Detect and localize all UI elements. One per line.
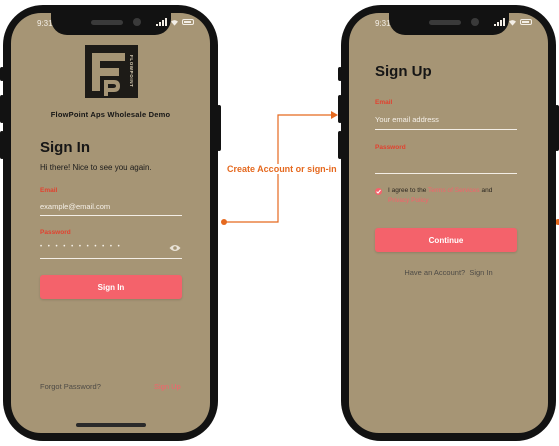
side-button: [217, 105, 221, 151]
connector-arrowhead: [331, 111, 338, 119]
signal-icon: [494, 18, 505, 26]
password-underline: [375, 173, 517, 174]
signin-screen: 9:31 FLOWPOINT FlowPoint Aps Wholesale D…: [11, 13, 210, 433]
page-title: Sign Up: [375, 63, 432, 80]
email-field[interactable]: Your email address: [375, 115, 517, 124]
wifi-icon: [509, 19, 516, 26]
status-time: 9:31: [375, 19, 391, 28]
flowpoint-logo: FLOWPOINT: [85, 45, 138, 98]
page-title: Sign In: [40, 139, 90, 156]
email-underline: [375, 129, 517, 130]
side-button: [0, 95, 4, 123]
sign-in-button[interactable]: Sign In: [40, 275, 182, 299]
eye-icon[interactable]: [169, 244, 181, 252]
password-label: Password: [375, 144, 406, 151]
side-button: [0, 67, 4, 81]
agree-checkbox[interactable]: [375, 188, 382, 195]
email-label: Email: [40, 187, 58, 194]
password-field[interactable]: • • • • • • • • • • •: [40, 244, 160, 250]
logo-wordmark: FLOWPOINT: [129, 55, 134, 88]
connector-start-dot: [221, 219, 227, 225]
side-button: [338, 67, 342, 81]
agree-and: and: [481, 187, 493, 194]
email-label: Email: [375, 99, 393, 106]
home-indicator: [75, 423, 146, 427]
agree-prefix: I agree to the: [388, 187, 427, 194]
agree-text: I agree to the Terms of Services and Pri…: [388, 186, 508, 206]
password-label: Password: [40, 229, 71, 236]
password-underline: [40, 258, 182, 259]
continue-button[interactable]: Continue: [375, 228, 517, 252]
status-time: 9:31: [37, 19, 53, 28]
signal-icon: [156, 18, 167, 26]
sign-up-link[interactable]: Sign Up: [154, 382, 181, 391]
status-icons: [156, 18, 194, 26]
signup-screen: 9:31 Sign Up Email Your email address Pa…: [349, 13, 548, 433]
sign-in-link[interactable]: Sign In: [469, 268, 492, 277]
greeting-text: Hi there! Nice to see you again.: [40, 163, 152, 172]
have-account-text: Have an Account?: [404, 268, 466, 277]
terms-link[interactable]: Terms of Services: [428, 187, 480, 194]
side-button: [338, 131, 342, 159]
checkmark-icon: [376, 189, 381, 194]
email-underline: [40, 215, 182, 216]
phone-signin: 9:31 FLOWPOINT FlowPoint Aps Wholesale D…: [0, 5, 221, 441]
side-button: [555, 105, 559, 151]
signin-prompt: Have an Account? Sign In: [349, 268, 548, 277]
password-field[interactable]: [375, 155, 517, 169]
phone-signup: 9:31 Sign Up Email Your email address Pa…: [338, 5, 559, 441]
battery-icon: [520, 19, 532, 25]
notch: [50, 13, 171, 35]
battery-icon: [182, 19, 194, 25]
side-button: [338, 95, 342, 123]
notch: [388, 13, 509, 35]
brand-name: FlowPoint Aps Wholesale Demo: [50, 110, 171, 119]
wifi-icon: [171, 19, 178, 26]
privacy-link[interactable]: Privacy Policy: [388, 197, 428, 204]
side-button: [0, 131, 4, 159]
status-icons: [494, 18, 532, 26]
forgot-password-link[interactable]: Forgot Password?: [40, 382, 101, 391]
connector-label: Create Account or sign-in: [225, 164, 339, 174]
email-field[interactable]: example@email.com: [40, 202, 182, 211]
